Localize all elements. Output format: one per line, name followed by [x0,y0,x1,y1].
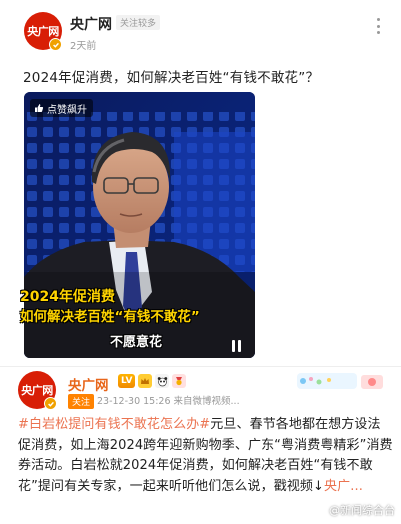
verified-badge-icon [44,397,57,410]
post-card-bottom: 央广网 央广网 LV 关注 23-12-30 15:26 来自微博视频... #… [0,367,401,524]
crown-badge-icon [138,374,153,388]
medal-badge-icon [172,374,187,388]
account-name[interactable]: 央广网 [68,374,109,394]
trending-badge: 点赞飙升 [30,99,93,117]
more-options-icon[interactable] [371,16,385,36]
account-name[interactable]: 央广网 [70,14,112,34]
avatar-logo-text: 央广网 [21,384,53,397]
video-caption-line-1: 2024年促消费 [20,289,115,305]
panda-badge-icon [155,374,170,388]
post-card-top: 央广网 央广网 关注较多 2天前 2024年促消费，如何解决老百姓“有钱不敢花”… [0,0,401,366]
topic-hashtag-link[interactable]: #白岩松提问有钱不敢花怎么办# [18,417,210,432]
follow-tag: 关注较多 [116,15,161,30]
thumbs-up-icon [35,104,44,112]
trending-badge-label: 点赞飙升 [47,104,87,116]
follow-button[interactable]: 关注 [68,394,95,409]
video-subtitle: 不愿意花 [110,335,163,350]
holiday-decoration-image [297,373,383,389]
video-caption-line-2: 如何解决老百姓“有钱不敢花” [20,309,200,325]
user-badges: LV [118,374,187,388]
post-meta: 23-12-30 15:26 来自微博视频... [97,396,240,407]
avatar-logo-text: 央广网 [27,25,59,38]
level-badge: LV [118,374,136,388]
post-body: #白岩松提问有钱不敢花怎么办#元旦、春节各地都在想方设法促消费，如上海2024跨… [18,415,393,497]
post-time: 2天前 [70,41,97,52]
watermark: @新闻综合台 [329,504,395,517]
post-title[interactable]: 2024年促消费，如何解决老百姓“有钱不敢花”？ [23,66,319,86]
verified-badge-icon [49,38,62,51]
video-link[interactable]: 央广... [324,479,363,494]
pause-icon[interactable] [232,340,242,352]
